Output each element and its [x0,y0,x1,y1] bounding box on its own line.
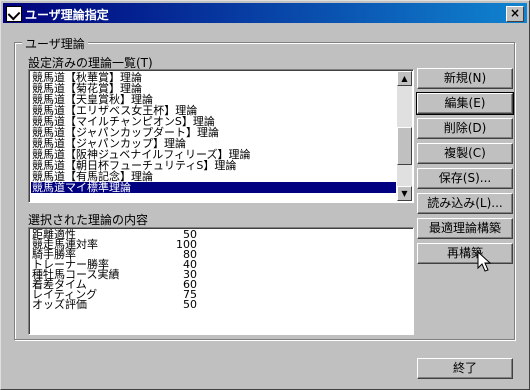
theory-list[interactable]: 競馬道【秋華賞】理論 競馬道【菊花賞】理論 競馬道【天皇賞秋】理論 競馬道【エリザベス… [28,69,414,203]
close-button[interactable]: × [506,6,524,22]
content-row: オッズ評価 50 [31,298,221,311]
content-list-label: 選択された理論の内容 [28,213,149,227]
rebuild-button[interactable]: 再構築 [417,243,513,264]
save-button[interactable]: 保存(S)... [417,168,513,189]
theory-list-scrollbar[interactable]: ▲ ▼ [397,71,412,201]
factor-value: 50 [183,298,197,311]
load-button[interactable]: 読み込み(L)... [417,193,513,214]
scroll-up-icon[interactable]: ▲ [397,71,412,86]
edit-button[interactable]: 編集(E) [416,92,514,115]
copy-button[interactable]: 複製(C) [417,143,513,164]
scroll-down-icon[interactable]: ▼ [397,186,412,201]
exit-button[interactable]: 終了 [417,358,513,379]
optimize-theory-button[interactable]: 最適理論構築 [417,218,513,239]
title-bar[interactable]: ユーザ理論指定 × [3,3,527,23]
scroll-thumb[interactable] [397,127,412,165]
delete-button[interactable]: 削除(D) [417,118,513,139]
theory-content-list[interactable]: 距離適性 50 競走馬連対率 100 騎手勝率 80 トレーナー勝率 40 種牡馬コース実績 30… [28,227,414,335]
app-icon [6,6,22,22]
theory-list-item[interactable]: 競馬道マイ標準理論 [31,182,396,193]
group-label: ユーザ理論 [22,35,88,52]
factor-name: オッズ評価 [32,298,87,311]
arrow-cursor-icon [477,251,492,272]
new-button[interactable]: 新規(N) [417,68,513,89]
window-title: ユーザ理論指定 [25,8,109,22]
